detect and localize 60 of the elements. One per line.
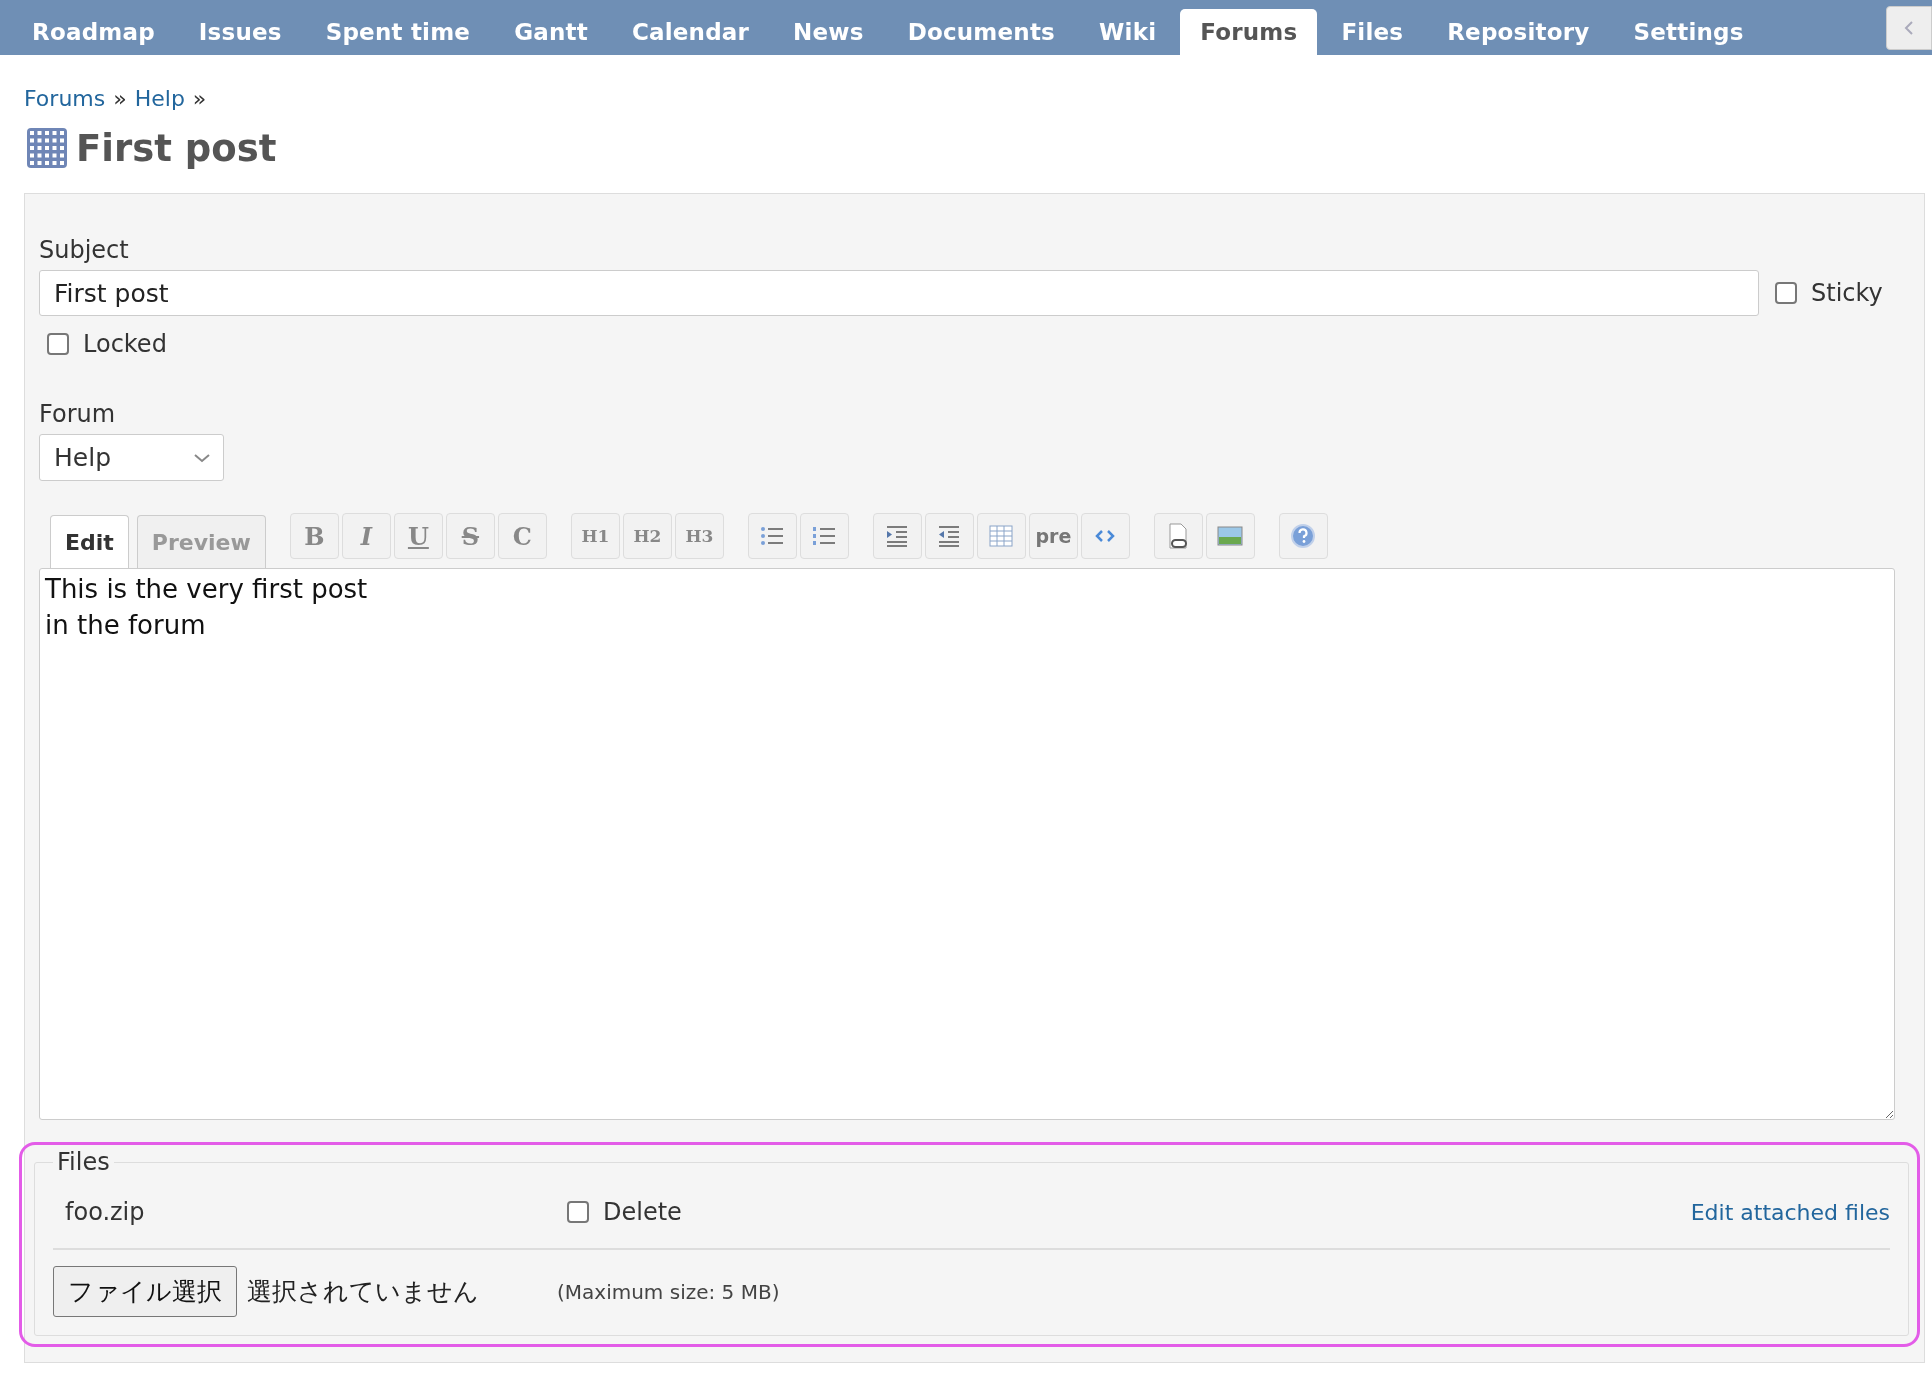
max-size-note: (Maximum size: 5 MB) xyxy=(557,1279,780,1304)
menu-tab[interactable]: Forums xyxy=(1180,9,1318,55)
codeblock-tool-button[interactable] xyxy=(1080,513,1130,559)
strike-tool-button[interactable]: S xyxy=(445,513,495,559)
chevron-left-icon xyxy=(1903,19,1915,36)
menu-tab[interactable]: Files xyxy=(1321,9,1424,55)
checkbox-label: Sticky xyxy=(1811,279,1883,307)
page-title: First post xyxy=(76,126,277,170)
menu-tab[interactable]: Issues xyxy=(178,9,302,55)
message-textarea[interactable]: This is the very first post in the forum xyxy=(39,568,1895,1120)
checkbox-label: Locked xyxy=(83,330,167,358)
menu-tab[interactable]: Spent time xyxy=(305,9,491,55)
bold-tool-button[interactable]: B xyxy=(289,513,339,559)
collapse-button[interactable] xyxy=(1886,5,1932,50)
heading-tool-button[interactable]: H2 xyxy=(622,513,672,559)
menu-tab[interactable]: News xyxy=(773,9,884,55)
ol-tool-button[interactable] xyxy=(799,513,849,559)
menu-tab[interactable]: Gantt xyxy=(494,9,608,55)
table-tool-button[interactable] xyxy=(976,513,1026,559)
field-label: Forum xyxy=(39,400,117,428)
chevron-down-icon xyxy=(193,451,211,464)
outdent-tool-button[interactable] xyxy=(924,513,974,559)
forum-select[interactable]: Help xyxy=(39,434,224,481)
choose-file-button[interactable]: ファイル選択 xyxy=(53,1266,237,1317)
image-icon xyxy=(1216,523,1245,549)
code-tool-button[interactable]: C xyxy=(497,513,547,559)
editor-tab[interactable]: Preview xyxy=(136,515,266,568)
help-tool-button[interactable] xyxy=(1278,513,1328,559)
menu-tab[interactable]: Documents xyxy=(887,9,1075,55)
file-status-text: 選択されていません xyxy=(247,1276,480,1308)
breadcrumb-link[interactable]: Forums xyxy=(24,86,106,111)
editor-tab[interactable]: Edit xyxy=(50,515,129,568)
heading-tool-button[interactable]: H3 xyxy=(674,513,724,559)
breadcrumb-separator: » xyxy=(192,86,207,111)
italic-tool-button[interactable]: I xyxy=(341,513,391,559)
underline-tool-button[interactable]: U xyxy=(393,513,443,559)
ul-tool-button[interactable] xyxy=(747,513,797,559)
subject-field[interactable]: First post xyxy=(39,270,1759,316)
delete-checkbox[interactable] xyxy=(567,1201,589,1223)
edit-attachments-link[interactable]: Edit attached files xyxy=(1690,1199,1890,1225)
sticky-checkbox[interactable] xyxy=(1775,282,1797,304)
breadcrumb-separator: » xyxy=(113,86,127,111)
menu-tab[interactable]: Repository xyxy=(1427,9,1610,55)
help-icon xyxy=(1289,522,1318,550)
menu-tab[interactable]: Wiki xyxy=(1079,9,1177,55)
link-tool-button[interactable] xyxy=(1153,513,1203,559)
menu-tab[interactable]: Settings xyxy=(1613,9,1764,55)
table-icon xyxy=(987,523,1016,549)
attachment-filename: foo.zip xyxy=(65,1198,146,1226)
indent-tool-button[interactable] xyxy=(872,513,922,559)
field-label: Subject xyxy=(39,236,130,264)
menu-tab[interactable]: Calendar xyxy=(611,9,770,55)
fieldset-legend: Files xyxy=(53,1148,114,1176)
pre-tool-button[interactable]: pre xyxy=(1028,513,1078,559)
checkbox-label: Delete xyxy=(603,1198,682,1226)
forum-grid-icon xyxy=(24,125,70,171)
breadcrumb-link[interactable]: Help xyxy=(134,86,185,111)
menu-tab[interactable]: Roadmap xyxy=(12,9,175,55)
heading-tool-button[interactable]: H1 xyxy=(570,513,620,559)
locked-checkbox[interactable] xyxy=(47,333,69,355)
